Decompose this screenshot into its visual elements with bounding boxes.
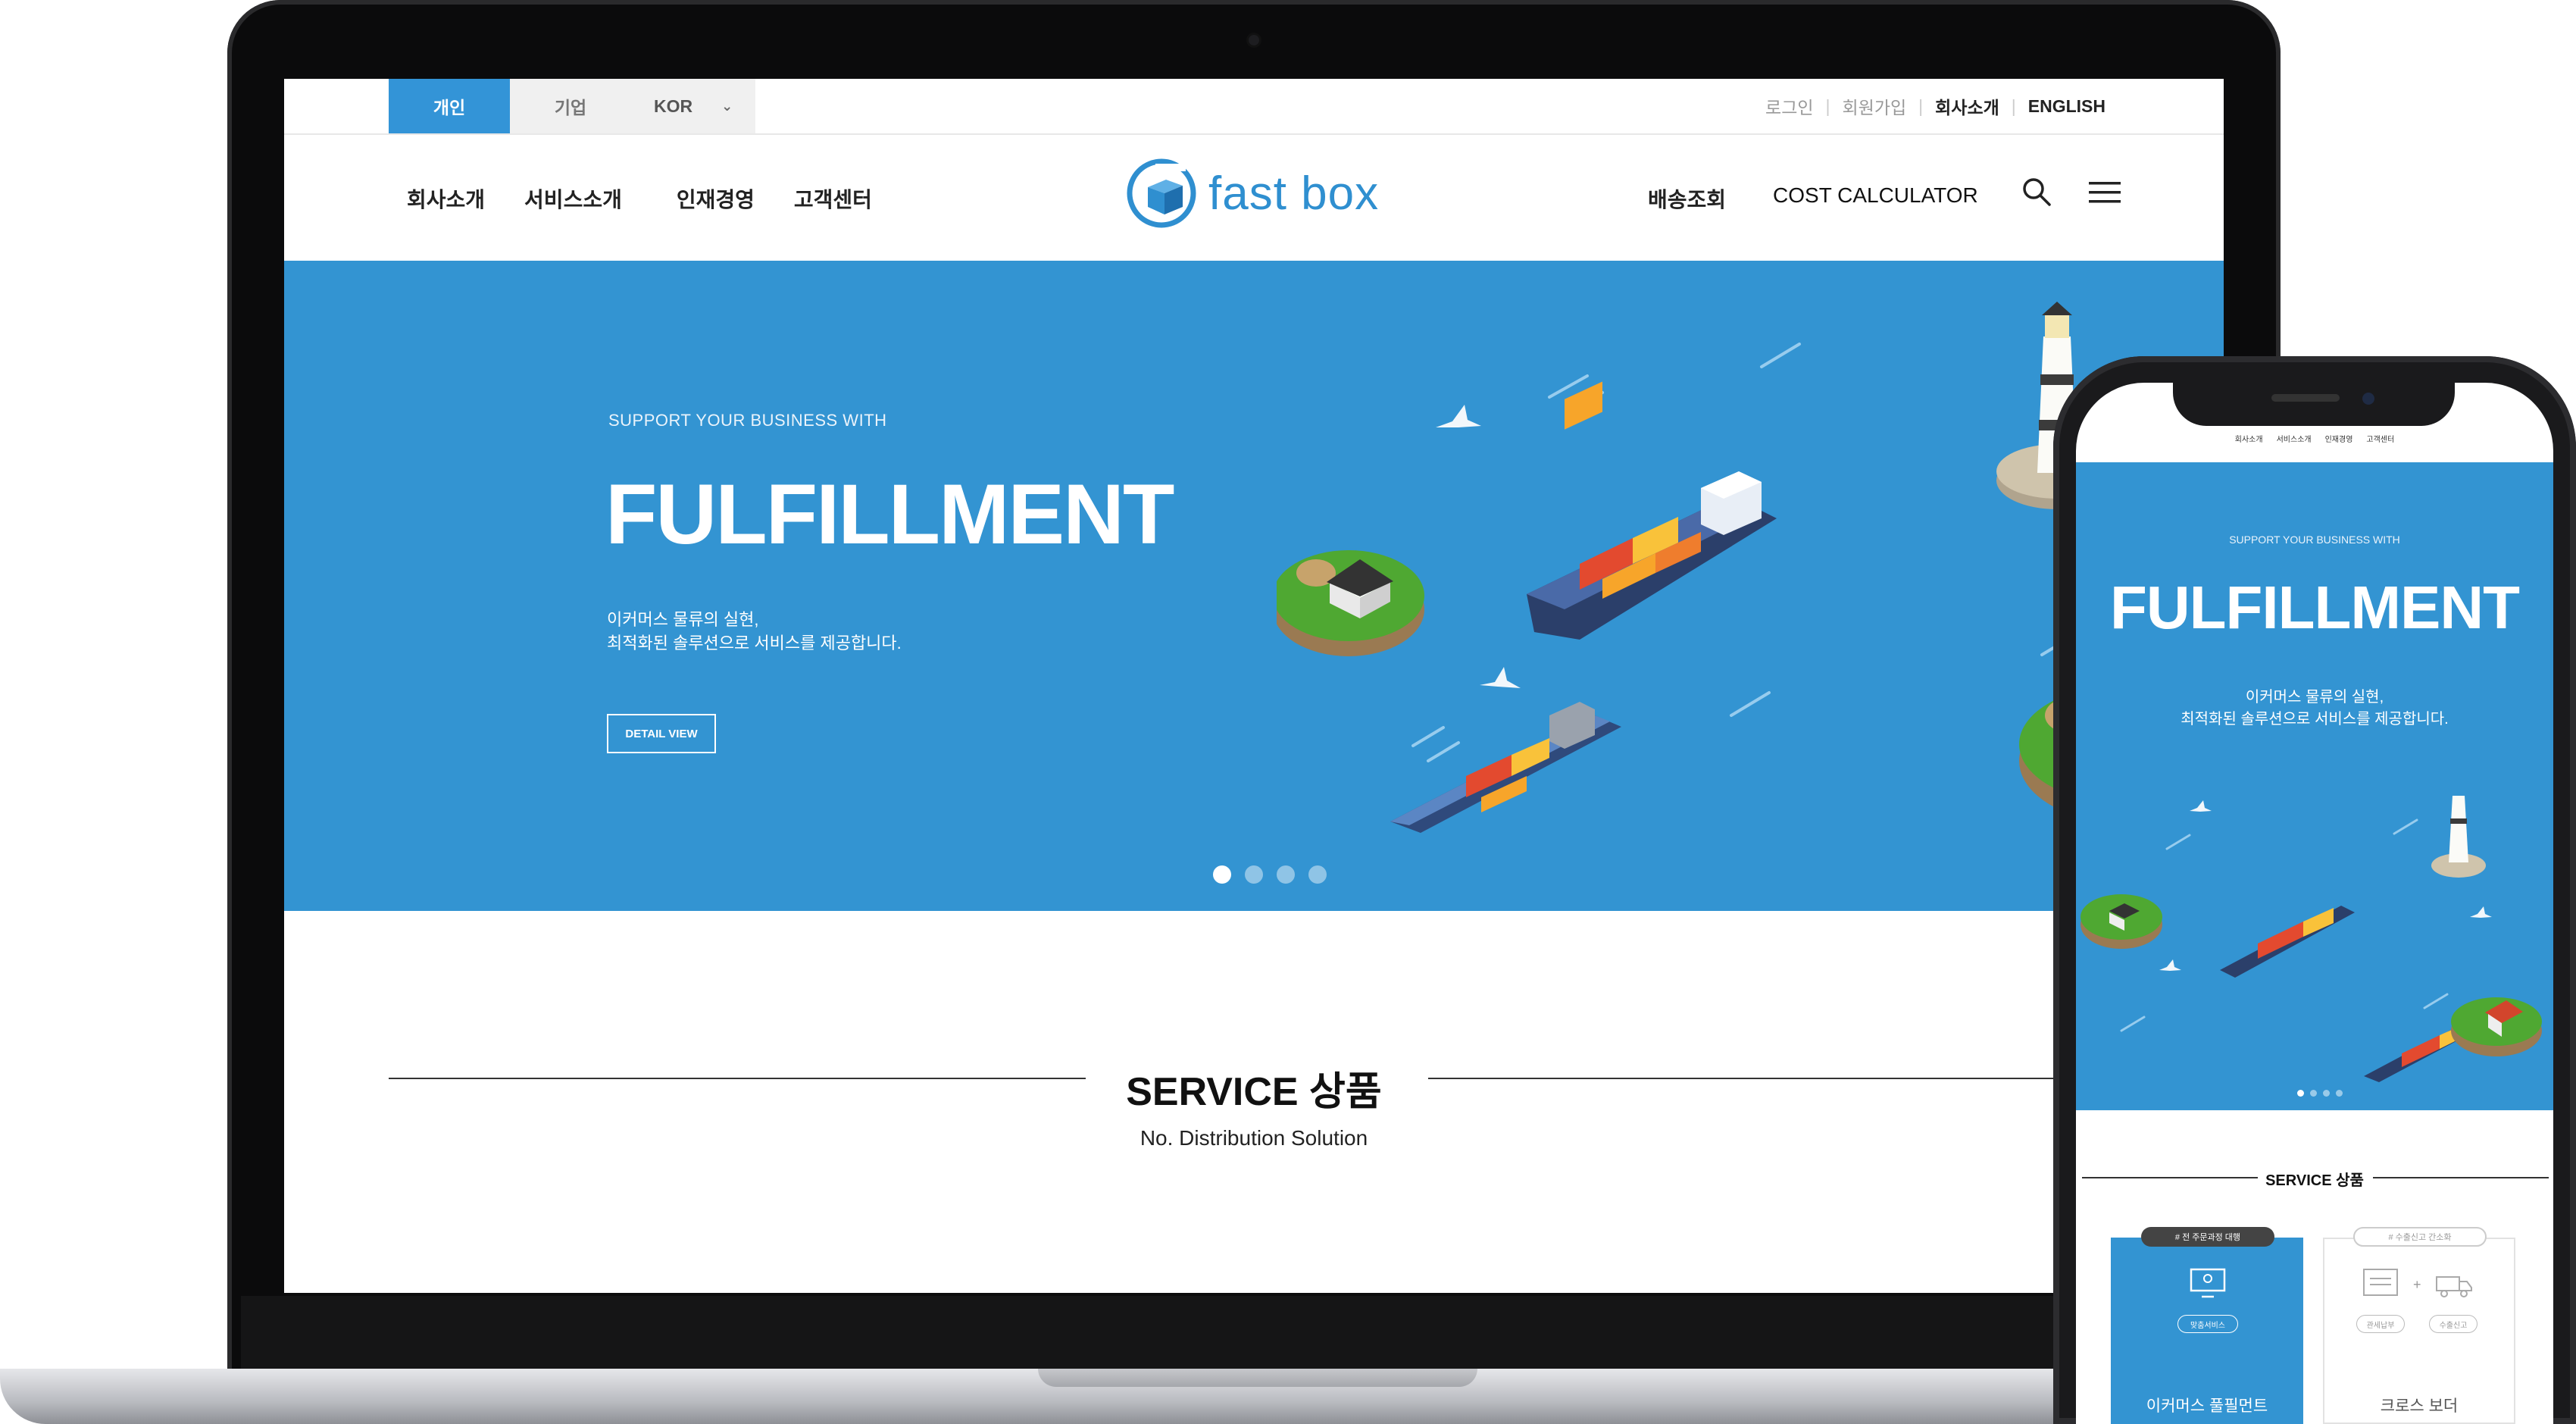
container-ship-small [1390,702,1621,833]
phone-hero-description-line: 이커머스 물류의 실현, [2245,689,2384,706]
bird-2 [1480,667,1521,688]
main-nav-right: 배송조회 COST CALCULATOR [1648,183,2025,214]
nav-item-tracking[interactable]: 배송조회 [1648,183,1726,214]
monitor-icon [2190,1268,2226,1298]
login-link[interactable]: 로그인 [1753,93,1825,119]
phone-slider-dot[interactable] [2310,1090,2317,1097]
nav-item-talent[interactable]: 인재경영 [677,183,755,214]
phone-hero-illustration [2080,796,2542,1082]
service-section-subtitle: No. Distribution Solution [1140,1126,1368,1150]
phone-slider-dot[interactable] [2323,1090,2330,1097]
nav-item-services[interactable]: 서비스소개 [524,183,622,214]
phone-slider-pagination [2297,1090,2343,1097]
hero-kicker: SUPPORT YOUR BUSINESS WITH [608,411,887,430]
slider-dot-2[interactable] [1245,865,1263,884]
service-section-title: SERVICE 상품 [1126,1070,1382,1114]
plus-icon: + [2413,1277,2421,1292]
phone-camera [2362,393,2374,405]
company-link[interactable]: 회사소개 [1923,93,2012,119]
phone-card-pill: 맞춤서비스 [2177,1315,2238,1333]
language-select-value: KOR [654,95,693,116]
signup-link[interactable]: 회원가입 [1830,93,1919,119]
phone-notch [2173,379,2455,426]
phone-hero-description: 이커머스 물류의 실현, 최적화된 솔루션으로 서비스를 제공합니다. [2076,687,2553,731]
slider-pagination [1213,865,1327,884]
nav-item-support[interactable]: 고객센터 [794,183,872,214]
phone-speaker [2271,394,2340,402]
phone-card-tag: # 전 주문과정 대행 [2141,1227,2274,1247]
language-select[interactable]: KOR ⌄ [631,79,755,133]
phone-card-pill: 관세납부 [2356,1315,2405,1333]
hero-description-line: 최적화된 솔루션으로 서비스를 제공합니다. [607,634,902,653]
laptop-camera [1249,35,1259,45]
slider-dot-4[interactable] [1308,865,1327,884]
island-left [1277,550,1424,656]
phone-slider-dot[interactable] [2336,1090,2343,1097]
utility-bar: 개인 기업 KOR ⌄ 로그인 | 회원가입 | 회사소개 | ENGLISH [284,79,2224,135]
phone-card-label: 이커머스 풀필먼트 [2146,1397,2268,1415]
phone-nav-item[interactable]: 회사소개 [2235,433,2263,444]
phone-card-tag: # 수출신고 간소화 [2353,1227,2487,1247]
chevron-down-icon: ⌄ [721,98,733,114]
phone-hero-title: FULFILLMENT [2110,574,2520,641]
detail-view-button[interactable]: DETAIL VIEW [607,714,716,753]
phone-slider-dot[interactable] [2297,1090,2304,1097]
logo-box-icon [1127,158,1196,228]
laptop-chin [241,1296,2268,1369]
nav-item-cost-calculator[interactable]: COST CALCULATOR [1773,183,1978,214]
tab-personal[interactable]: 개인 [389,79,510,133]
search-icon[interactable] [2021,176,2052,208]
slider-dot-1[interactable] [1213,865,1231,884]
hero-description-line: 이커머스 물류의 실현, [607,610,759,629]
container-ship-large [1527,381,1777,640]
phone-hero-description-line: 최적화된 솔루션으로 서비스를 제공합니다. [2181,711,2449,728]
english-link[interactable]: ENGLISH [2016,96,2118,117]
tab-corporate[interactable]: 기업 [510,79,633,133]
hero-description: 이커머스 물류의 실현, 최적화된 솔루션으로 서비스를 제공합니다. [607,608,902,655]
utility-links: 로그인 | 회원가입 | 회사소개 | ENGLISH [1753,79,2118,133]
phone-nav: 회사소개 서비스소개 인재경영 고객센터 [2076,433,2553,444]
phone-hero-kicker: SUPPORT YOUR BUSINESS WITH [2229,534,2400,546]
hamburger-menu-icon[interactable] [2089,180,2121,205]
phone-screen: 회사소개 서비스소개 인재경영 고객센터 SUPPORT YOUR BUSINE… [2076,383,2553,1424]
phone-service-title: SERVICE 상품 [2265,1172,2364,1189]
document-icon [2363,1269,2398,1296]
truck-icon [2436,1276,2472,1297]
logo[interactable]: fast box [1125,157,1379,230]
nav-item-company[interactable]: 회사소개 [407,183,485,214]
phone-nav-item[interactable]: 고객센터 [2366,433,2394,444]
hero-banner: SUPPORT YOUR BUSINESS WITH FULFILLMENT 이… [284,261,2224,911]
main-nav-left: 회사소개 서비스소개 인재경영 고객센터 [407,183,911,214]
phone-nav-item[interactable]: 인재경영 [2325,433,2353,444]
logo-text: fast box [1208,167,1380,220]
laptop-screen: 개인 기업 KOR ⌄ 로그인 | 회원가입 | 회사소개 | ENGLISH … [284,79,2224,1293]
hero-title: FULFILLMENT [605,467,1174,562]
slider-dot-3[interactable] [1277,865,1295,884]
phone-card-label: 크로스 보더 [2380,1397,2459,1415]
phone-card-pill: 수출신고 [2429,1315,2478,1333]
laptop-hinge-notch [1038,1369,1477,1387]
phone-hero-banner: SUPPORT YOUR BUSINESS WITH FULFILLMENT 이… [2076,462,2553,1110]
bird-1 [1436,405,1481,427]
phone-nav-item[interactable]: 서비스소개 [2277,433,2312,444]
